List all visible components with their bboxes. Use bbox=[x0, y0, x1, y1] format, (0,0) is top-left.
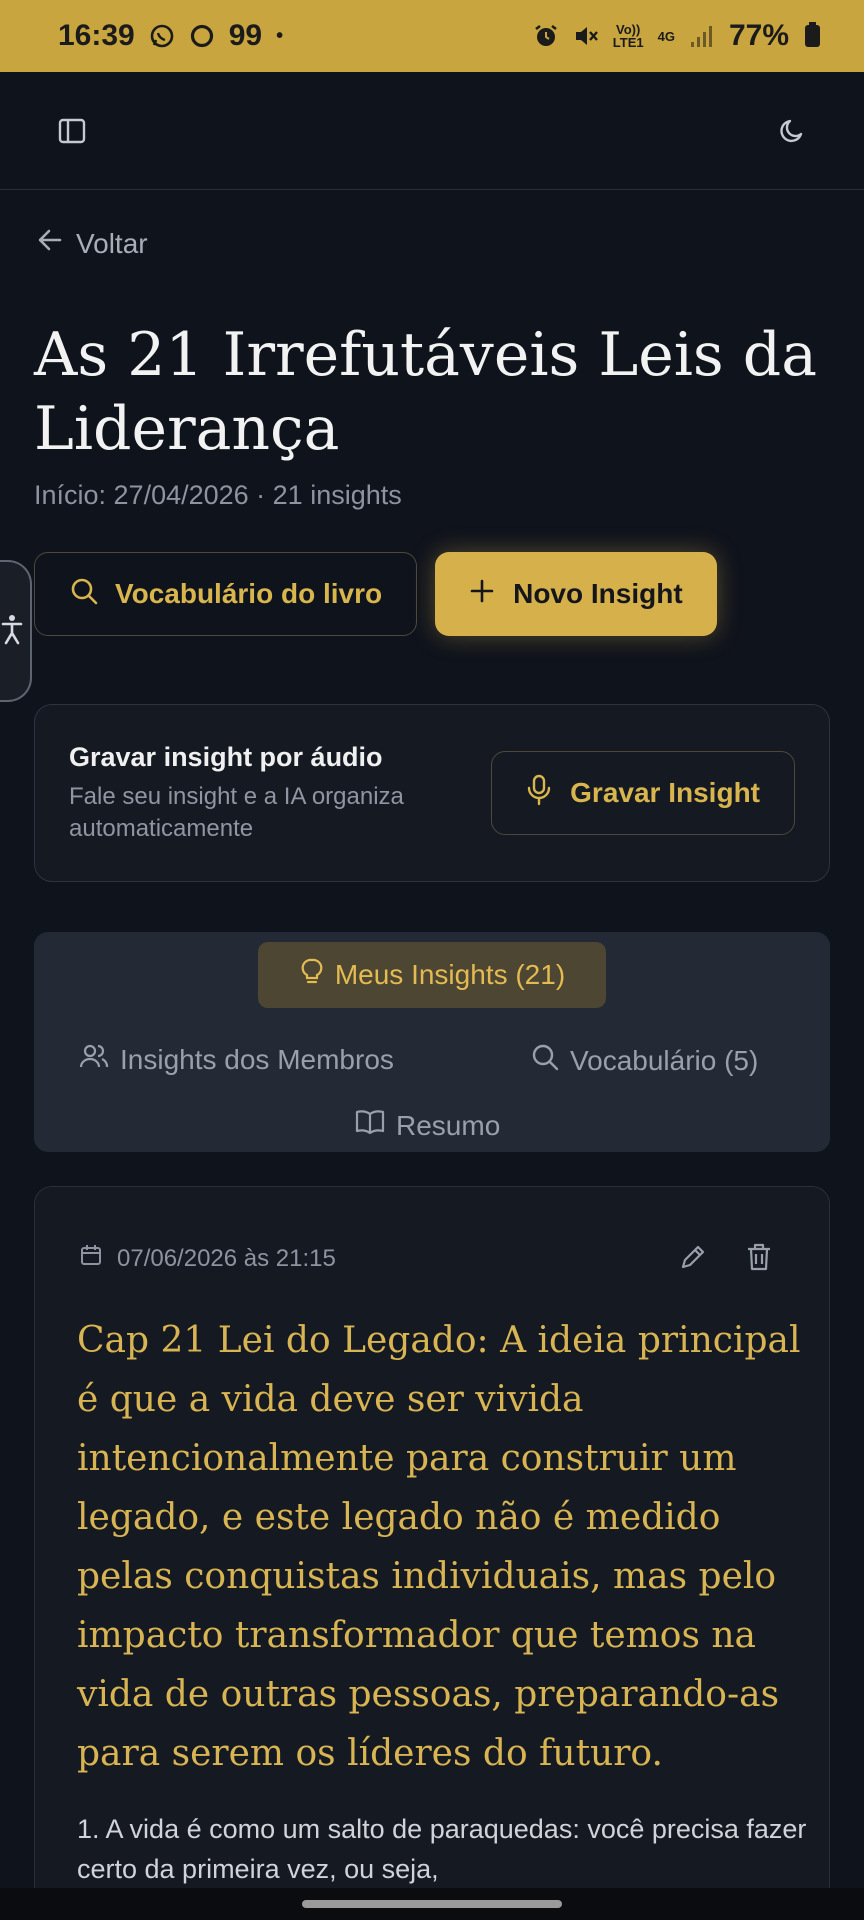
search-icon bbox=[530, 1042, 560, 1079]
action-buttons: Vocabulário do livro Novo Insight bbox=[34, 552, 717, 636]
audio-title: Gravar insight por áudio bbox=[69, 741, 383, 772]
audio-text: Gravar insight por áudio Fale seu insigh… bbox=[69, 742, 469, 845]
signal-icon bbox=[689, 24, 715, 48]
system-nav-bar bbox=[0, 1888, 864, 1920]
notification-count: 99 bbox=[228, 19, 263, 52]
insight-date-text: 07/06/2026 às 21:15 bbox=[117, 1244, 336, 1272]
new-insight-button[interactable]: Novo Insight bbox=[435, 552, 717, 636]
insight-body: 1. A vida é como um salto de paraquedas:… bbox=[77, 1814, 807, 1884]
tab-my-insights-label: Meus Insights (21) bbox=[334, 959, 566, 990]
edit-icon[interactable] bbox=[677, 1241, 709, 1273]
status-time: 16:39 bbox=[58, 19, 135, 52]
alarm-icon bbox=[533, 23, 559, 49]
insight-tabs: Meus Insights (21) Insights dos Membros … bbox=[34, 932, 830, 1152]
tab-vocabulary-label: Vocabulário (5) bbox=[570, 1044, 759, 1076]
vocabulary-button[interactable]: Vocabulário do livro bbox=[34, 552, 418, 636]
home-gesture-pill[interactable] bbox=[302, 1900, 562, 1908]
back-link[interactable]: Voltar bbox=[36, 226, 148, 261]
battery-percent: 77% bbox=[728, 19, 789, 52]
record-insight-label: Gravar Insight bbox=[570, 777, 760, 808]
new-insight-label: Novo Insight bbox=[513, 578, 683, 609]
calendar-icon bbox=[79, 1243, 103, 1274]
volte-indicator: Vo)) LTE1 bbox=[613, 23, 644, 49]
users-icon bbox=[78, 1042, 110, 1077]
microphone-icon bbox=[526, 774, 552, 813]
status-bar: 16:39 99 • Vo)) LTE1 4G 77% bbox=[0, 0, 864, 72]
tab-members[interactable]: Insights dos Membros bbox=[78, 1042, 394, 1077]
app-header bbox=[0, 72, 864, 190]
book-meta: Início: 27/04/2026 · 21 insights bbox=[34, 480, 402, 510]
tab-members-label: Insights dos Membros bbox=[120, 1043, 394, 1075]
plus-icon bbox=[469, 578, 495, 611]
volte-bottom: LTE1 bbox=[612, 35, 644, 50]
tab-vocabulary[interactable]: Vocabulário (5) bbox=[530, 1042, 758, 1079]
mute-icon bbox=[573, 23, 599, 49]
search-icon bbox=[69, 576, 99, 613]
book-open-icon bbox=[354, 1108, 386, 1143]
tab-summary-label: Resumo bbox=[396, 1109, 501, 1141]
moon-icon[interactable] bbox=[776, 115, 808, 147]
dot-icon: • bbox=[276, 24, 284, 47]
insight-card: 07/06/2026 às 21:15 Cap 21 Lei do Legado… bbox=[34, 1186, 830, 1920]
arrow-left-icon bbox=[36, 226, 64, 261]
audio-insight-card: Gravar insight por áudio Fale seu insigh… bbox=[34, 704, 830, 882]
insight-date: 07/06/2026 às 21:15 bbox=[79, 1243, 336, 1274]
insight-actions bbox=[677, 1241, 775, 1273]
lightbulb-icon bbox=[299, 957, 325, 994]
page-title: As 21 Irrefutáveis Leis da Liderança bbox=[34, 320, 817, 464]
tab-summary[interactable]: Resumo bbox=[354, 1108, 500, 1143]
whatsapp-icon bbox=[149, 23, 175, 49]
ring-icon bbox=[189, 23, 215, 49]
audio-description: Fale seu insight e a IA organiza automat… bbox=[69, 782, 404, 842]
net-type: 4G bbox=[657, 28, 675, 44]
tab-my-insights[interactable]: Meus Insights (21) bbox=[258, 942, 606, 1008]
insight-title: Cap 21 Lei do Legado: A ideia principal … bbox=[77, 1320, 801, 1774]
battery-icon bbox=[805, 22, 820, 47]
accessibility-tab[interactable] bbox=[0, 560, 32, 702]
vocabulary-button-label: Vocabulário do livro bbox=[115, 578, 383, 609]
accessibility-icon bbox=[1, 613, 23, 650]
back-label: Voltar bbox=[76, 227, 148, 259]
trash-icon[interactable] bbox=[743, 1241, 775, 1273]
sidebar-toggle-icon[interactable] bbox=[56, 115, 88, 147]
record-insight-button[interactable]: Gravar Insight bbox=[491, 751, 795, 835]
